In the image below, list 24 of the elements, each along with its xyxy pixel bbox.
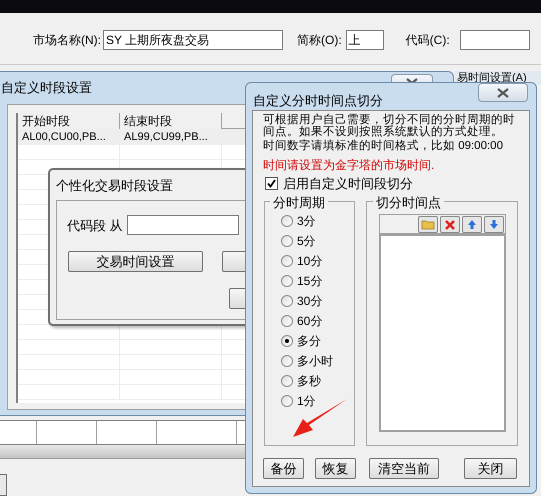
radio-label: 多秒 xyxy=(297,373,321,390)
field-label: 代码(C): xyxy=(406,32,450,48)
format-hint: 时间数字请填标准的时间格式，比如 09:00:00 xyxy=(263,139,504,153)
field-label: 代码段 从 xyxy=(67,217,123,235)
radio-label: 多小时 xyxy=(297,353,333,370)
radio-label: 10分 xyxy=(297,253,322,270)
table-cell-text: AL00,CU00,PB... xyxy=(21,130,107,145)
radio-label: 60分 xyxy=(297,313,322,330)
radio-label: 5分 xyxy=(297,233,316,250)
table-cell-text: AL99,CU99,PB... xyxy=(123,130,209,145)
radio-label: 多分 xyxy=(297,333,321,350)
field-label: 市场名称(N): xyxy=(33,32,101,48)
group-title: 切分时间点 xyxy=(373,193,444,212)
dialog-title: 自定义分时时间点切分 xyxy=(253,92,383,110)
dialog-title: 个性化交易时段设置 xyxy=(56,177,173,195)
window-title: 自定义时段设置 xyxy=(1,79,92,97)
radio-label: 15分 xyxy=(297,273,322,290)
description-text: 可根据用户自己需要，切分不同的分时周期的时间点。如果不设则按照系统默认的方式处理。 xyxy=(263,114,516,138)
warning-text: 时间请设置为金字塔的市场时间. xyxy=(263,157,434,174)
radio-label: 3分 xyxy=(297,213,316,230)
radio-label: 30分 xyxy=(297,293,322,310)
checkbox-label: 启用自定义时间段切分 xyxy=(283,175,413,193)
field-label: 简称(O): xyxy=(297,32,342,48)
radio-label: 1分 xyxy=(297,393,316,410)
